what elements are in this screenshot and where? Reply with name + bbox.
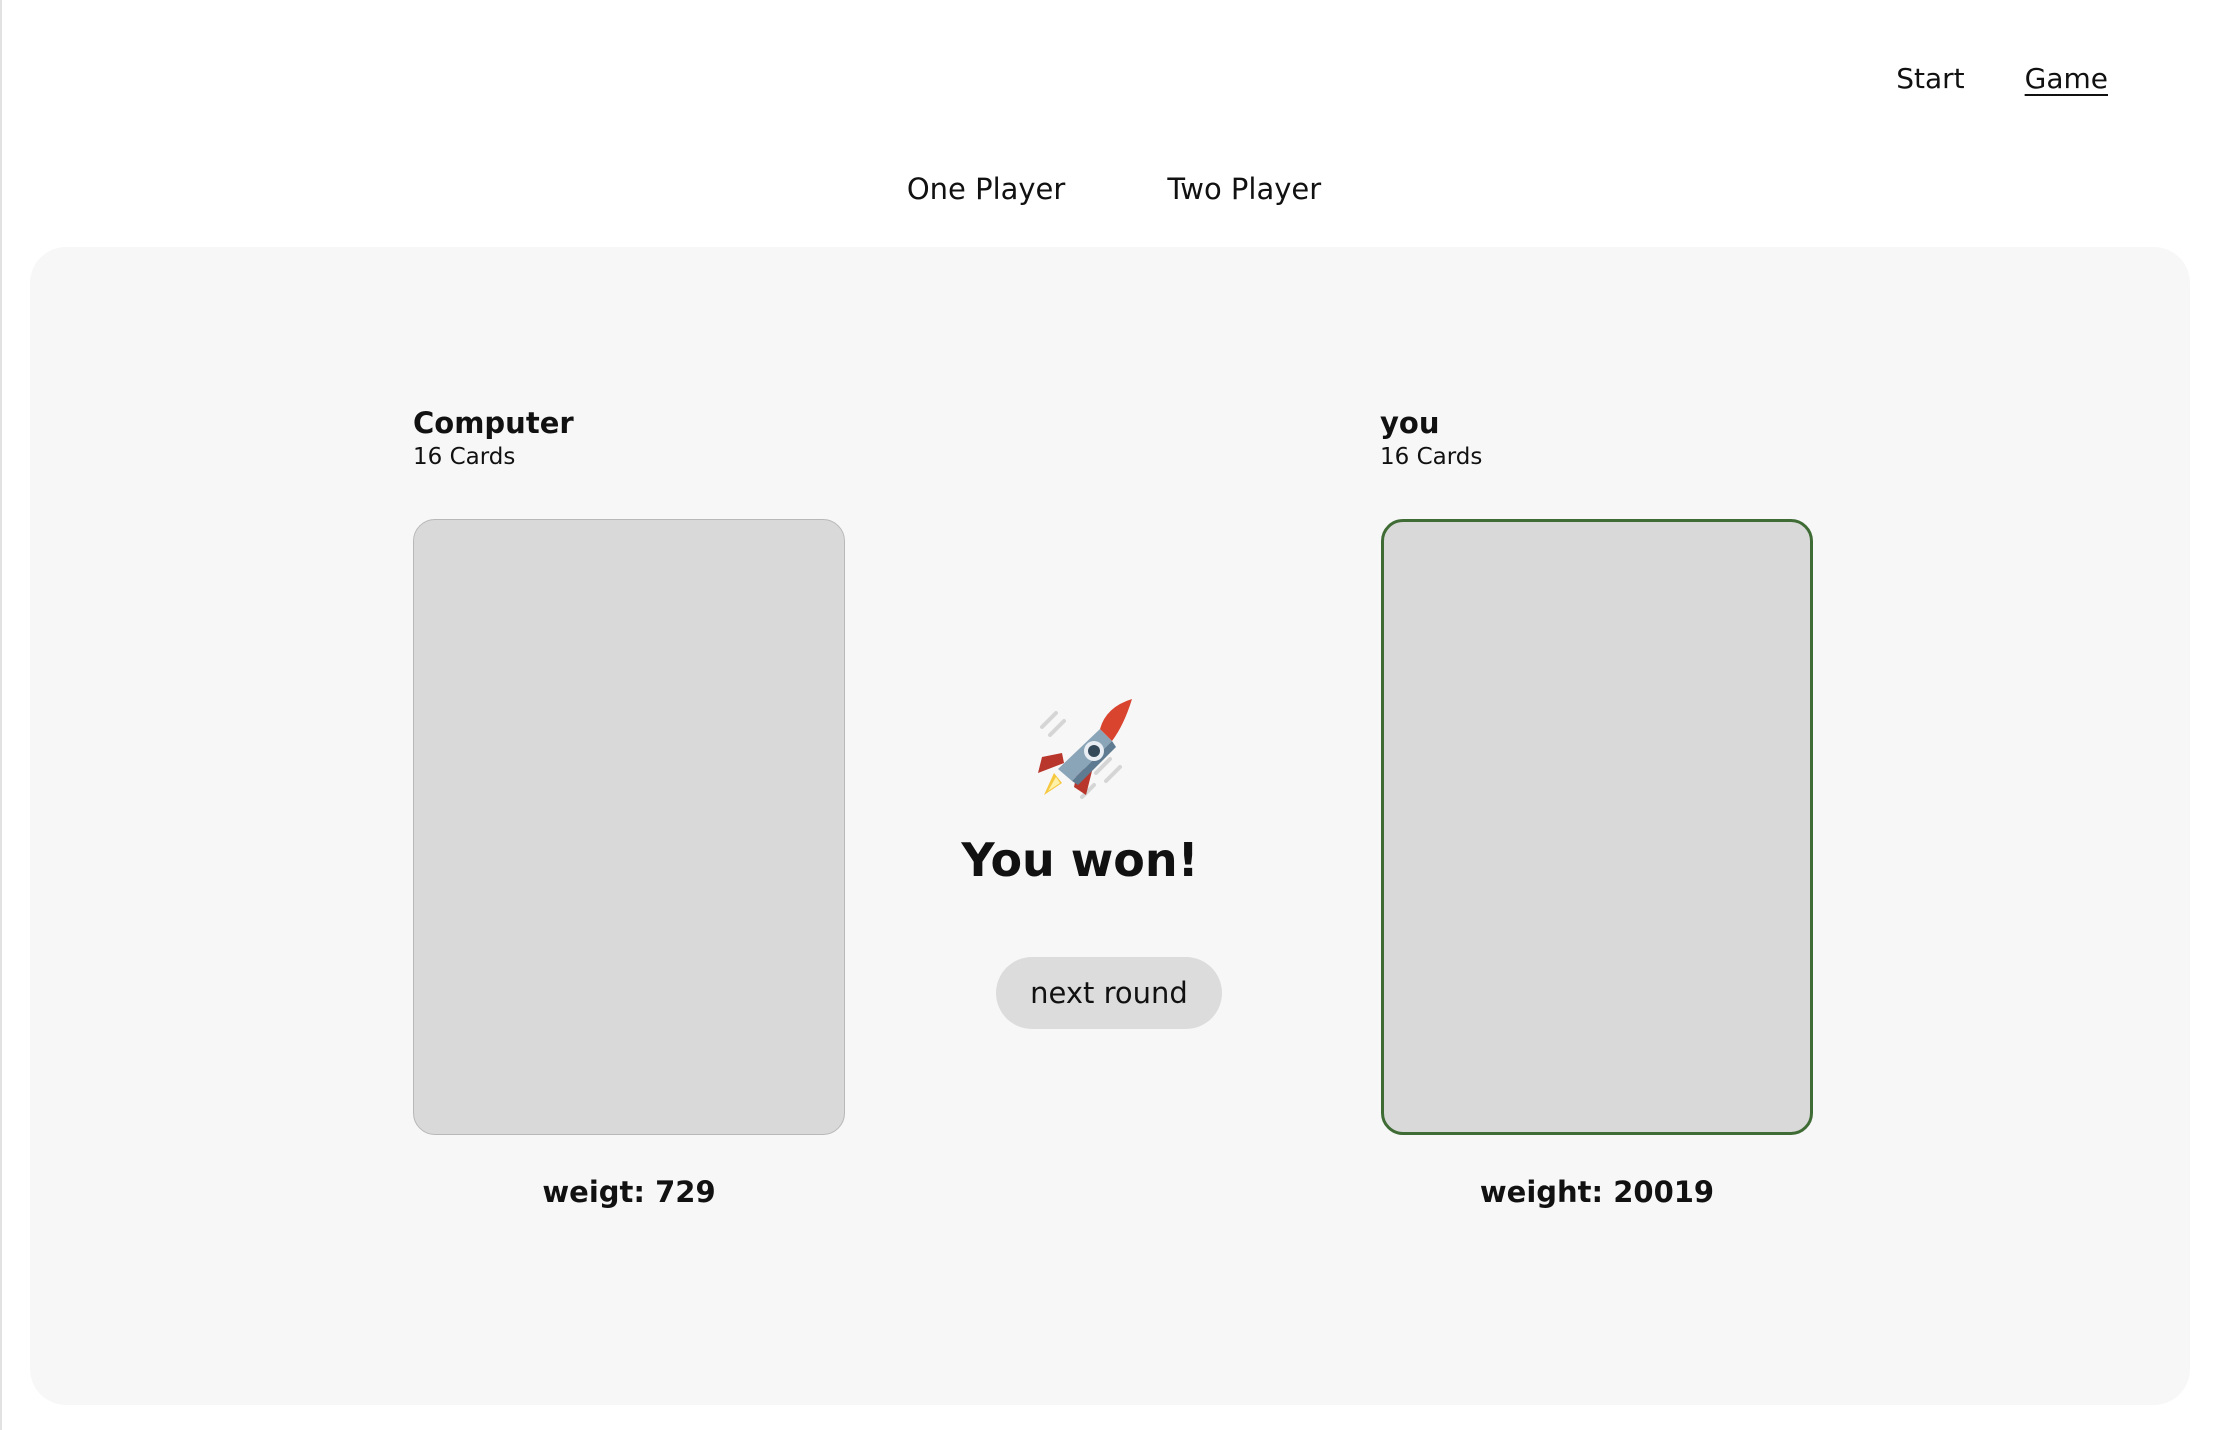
- one-player-mode[interactable]: One Player: [897, 172, 1066, 206]
- you-card-count: 16 Cards: [1380, 444, 1483, 470]
- computer-player-info: Computer 16 Cards: [413, 405, 574, 473]
- mode-selector: One Player Two Player: [2, 172, 2214, 206]
- two-player-mode[interactable]: Two Player: [1157, 172, 1321, 206]
- you-weight: weight: 20019: [1479, 1175, 1715, 1209]
- you-card[interactable]: [1381, 519, 1813, 1135]
- you-player-name: you: [1380, 406, 1440, 440]
- next-round-button[interactable]: next round: [996, 957, 1222, 1029]
- game-page: Start Game One Player Two Player Compute…: [0, 0, 2214, 1430]
- computer-weight: weigt: 729: [542, 1175, 716, 1209]
- nav-game-link[interactable]: Game: [2025, 62, 2108, 95]
- computer-card-count: 16 Cards: [413, 444, 516, 470]
- computer-card[interactable]: [413, 519, 845, 1135]
- rocket-icon: [1038, 699, 1132, 799]
- game-board: Computer 16 Cards you 16 Cards weigt: 72…: [30, 247, 2190, 1405]
- you-player-info: you 16 Cards: [1380, 405, 1482, 473]
- round-result: You won!: [830, 687, 1330, 887]
- result-message: You won!: [961, 833, 1199, 887]
- computer-player-name: Computer: [413, 406, 574, 440]
- nav-start-link[interactable]: Start: [1896, 62, 1964, 95]
- top-navigation: Start Game: [1896, 62, 2108, 95]
